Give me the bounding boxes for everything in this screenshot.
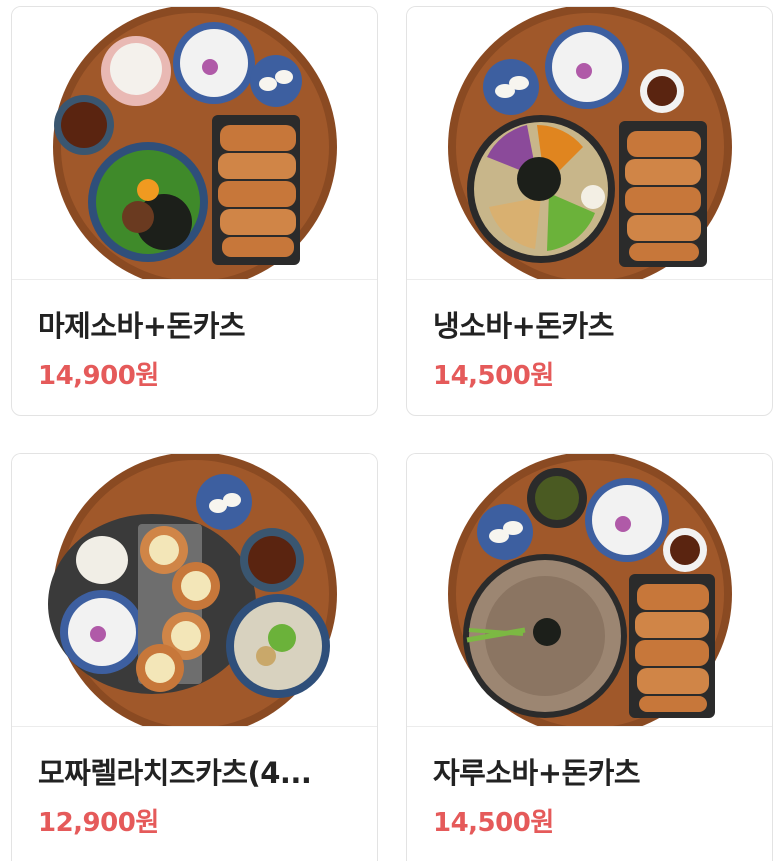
menu-item-card[interactable]: 냉소바+돈카츠 14,500원 <box>406 6 773 416</box>
menu-item-name: 모짜렐라치즈카츠(4... <box>38 756 312 790</box>
menu-item-price: 14,900원 <box>38 361 159 391</box>
mozzarella-cheese-katsu-set-photo <box>12 454 377 726</box>
menu-item-name: 마제소바+돈카츠 <box>38 309 246 343</box>
cold-soba-tonkatsu-set-photo <box>407 7 772 279</box>
card-divider <box>407 726 772 727</box>
menu-item-name: 자루소바+돈카츠 <box>433 756 641 790</box>
menu-item-price: 14,500원 <box>433 361 554 391</box>
menu-item-card[interactable]: 마제소바+돈카츠 14,900원 <box>11 6 378 416</box>
card-divider <box>407 279 772 280</box>
zaru-soba-tonkatsu-set-photo <box>407 454 772 726</box>
card-divider <box>12 279 377 280</box>
menu-item-name: 냉소바+돈카츠 <box>433 309 614 343</box>
menu-item-card[interactable]: 모짜렐라치즈카츠(4... 12,900원 <box>11 453 378 861</box>
mazesoba-tonkatsu-set-photo <box>12 7 377 279</box>
menu-item-price: 14,500원 <box>433 808 554 838</box>
card-divider <box>12 726 377 727</box>
menu-item-card[interactable]: 자루소바+돈카츠 14,500원 <box>406 453 773 861</box>
menu-item-price: 12,900원 <box>38 808 159 838</box>
